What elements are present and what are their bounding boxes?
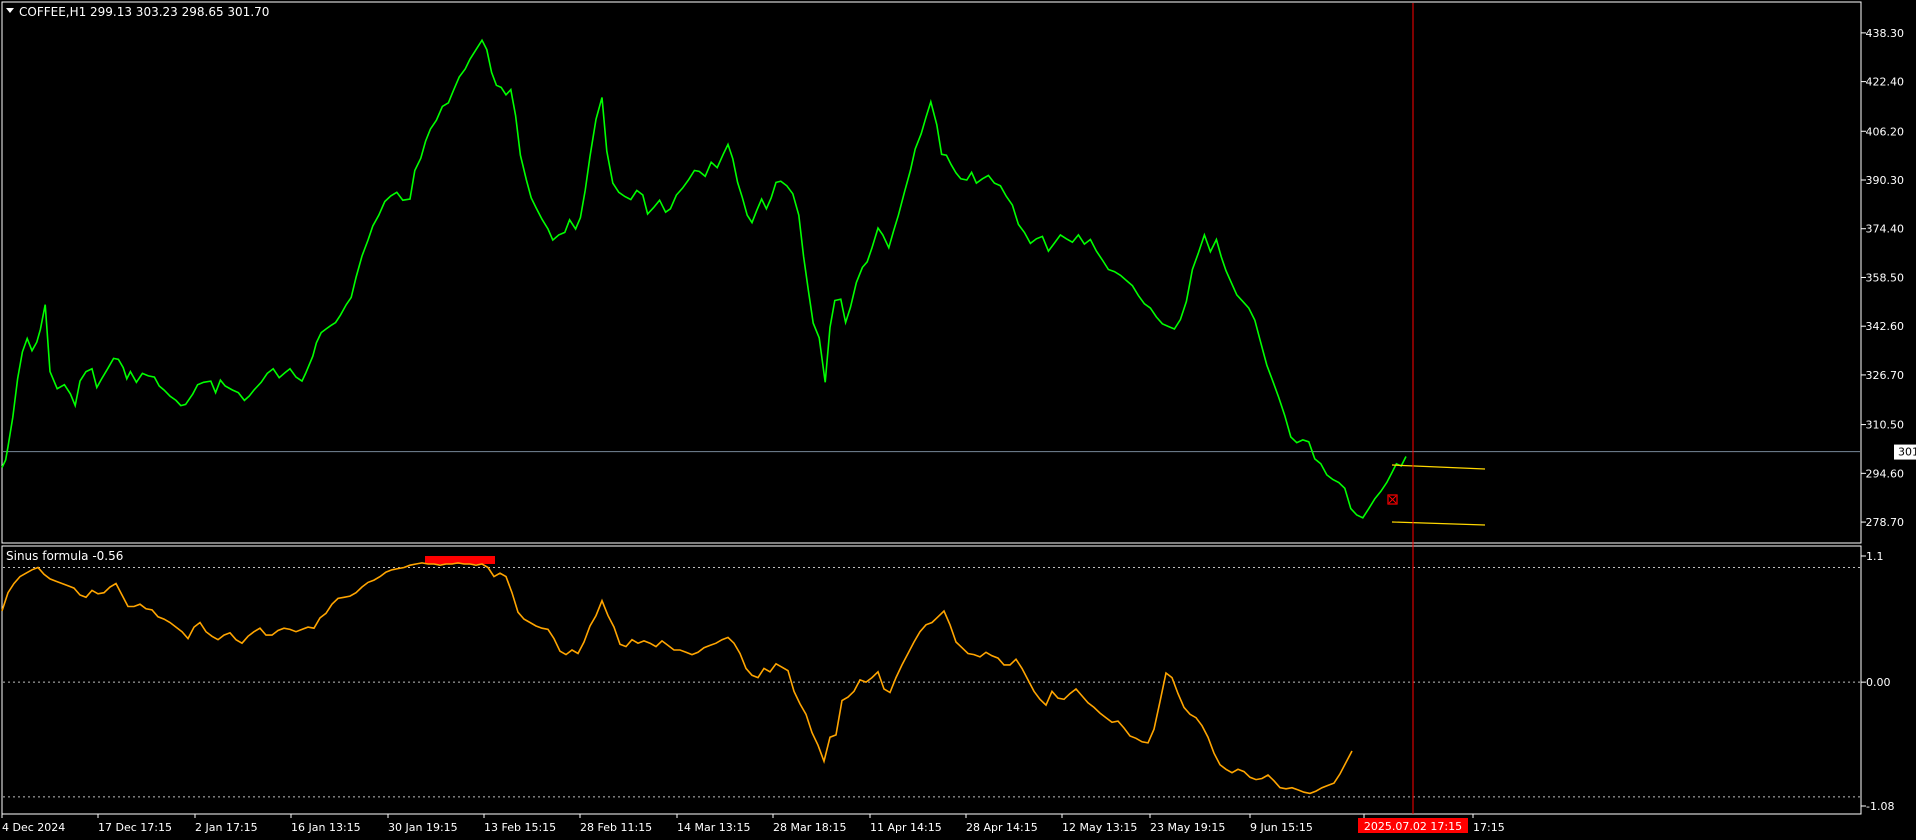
ohlc-values: 299.13 303.23 298.65 301.70: [90, 5, 269, 19]
price-tick-label: 358.50: [1866, 271, 1905, 284]
time-tick-label: 2 Jan 17:15: [195, 821, 258, 834]
crosshair-time-tag: 2025.07.02 17:15: [1358, 818, 1468, 833]
time-tick-label: 17:15: [1473, 821, 1505, 834]
price-tick-label: 310.50: [1866, 419, 1905, 432]
price-tick-label: 326.70: [1866, 369, 1905, 382]
indicator-label: Sinus formula -0.56: [6, 549, 123, 563]
symbol-timeframe: COFFEE,H1: [19, 5, 86, 19]
current-price-tag: 301.70: [1894, 444, 1916, 460]
price-tick-label: 294.60: [1866, 467, 1905, 480]
indicator-tick-label: -1.08: [1866, 800, 1894, 813]
time-tick-label: 28 Apr 14:15: [966, 821, 1038, 834]
time-tick-label: 17 Dec 17:15: [98, 821, 172, 834]
indicator-tick-label: 0.00: [1866, 676, 1891, 689]
chart-canvas[interactable]: 438.30 422.40 406.20 390.30 374.40 358.50 342.…: [0, 0, 1916, 840]
time-tick-label: 11 Apr 14:15: [870, 821, 942, 834]
price-tick-label: 406.20: [1866, 125, 1905, 138]
price-tick-label: 422.40: [1866, 76, 1905, 89]
time-tick-label: 30 Jan 19:15: [388, 821, 458, 834]
chart-title: COFFEE,H1 299.13 303.23 298.65 301.70: [6, 5, 269, 19]
time-tick-label: 12 May 13:15: [1062, 821, 1137, 834]
time-tick-label: 28 Feb 11:15: [580, 821, 652, 834]
price-tick-label: 374.40: [1866, 223, 1905, 236]
time-tick-label: 23 May 19:15: [1150, 821, 1225, 834]
price-tick-label: 278.70: [1866, 516, 1905, 529]
price-tick-label: 342.60: [1866, 320, 1905, 333]
time-tick-label: 16 Jan 13:15: [291, 821, 361, 834]
indicator-tick-label: 1.1: [1866, 550, 1884, 563]
price-tick-label: 438.30: [1866, 27, 1905, 40]
time-tick-label: 13 Feb 15:15: [484, 821, 556, 834]
price-tick-label: 390.30: [1866, 174, 1905, 187]
current-price-label: 301.70: [1898, 446, 1916, 459]
time-tick-label: 4 Dec 2024: [2, 821, 65, 834]
time-tick-label: 9 Jun 15:15: [1250, 821, 1313, 834]
time-tick-label: 14 Mar 13:15: [677, 821, 750, 834]
crosshair-time-label: 2025.07.02 17:15: [1364, 820, 1462, 833]
time-tick-label: 28 Mar 18:15: [773, 821, 846, 834]
